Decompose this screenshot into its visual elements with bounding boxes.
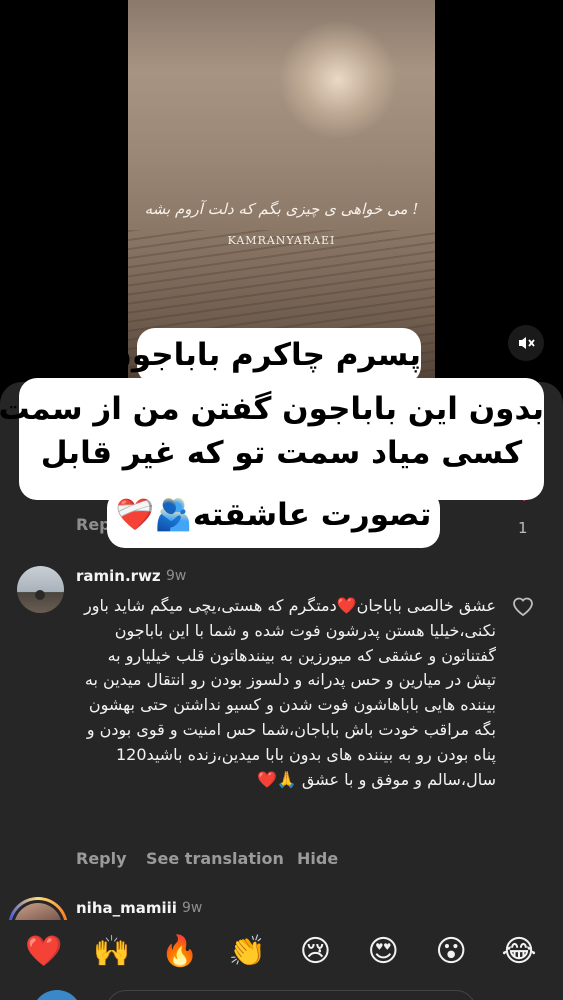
comment-input-row [0,982,563,1000]
sun-glow [278,20,398,140]
emoji-crying[interactable]: 😢 [293,934,337,969]
avatar[interactable] [17,566,64,613]
next-comment-timestamp: 9w [182,900,203,916]
emoji-raised-hands[interactable]: 🙌 [90,934,134,969]
emoji-heart[interactable]: ❤️ [22,934,66,969]
overlay-text-bottom: تصورت عاشقته🫂❤️‍🩹 [107,490,440,548]
emoji-fire[interactable]: 🔥 [158,934,202,969]
overlay-text-top: پسرم چاکرم باباجون [105,328,421,384]
my-avatar [32,990,82,1000]
video-watermark: KAMRANYARAEI [227,234,336,247]
heart-outline-icon[interactable] [511,595,535,621]
video-caption: می خواهی ی چیزی بگم که دلت آروم بشه ! [144,200,419,218]
overlay-text-middle: بدون این باباجون گفتن من از سمت کسی میاد… [0,378,544,500]
next-comment-username[interactable]: niha_mamiii [76,899,177,917]
speaker-muted-icon [519,337,535,349]
emoji-surprised[interactable]: 😮 [429,934,473,969]
like-count: 1 [518,519,528,537]
emoji-heart-eyes[interactable]: 😍 [361,934,405,969]
comment-input[interactable] [106,990,476,1000]
emoji-clap[interactable]: 👏 [226,934,270,969]
comment-username[interactable]: ramin.rwz [76,567,161,585]
overlay-line-2: بدون این باباجون گفتن من از سمت [0,391,544,427]
overlay-line-4: تصورت عاشقته🫂❤️‍🩹 [115,497,432,533]
comment-text: عشق خالصی باباجان❤️دمتگرم که هستی،یچی می… [84,596,496,789]
hide-button[interactable]: Hide [297,849,338,868]
comment-timestamp: 9w [166,568,187,584]
reply-button[interactable]: Reply [76,849,127,868]
overlay-line-3: کسی میاد سمت تو که غیر قابل [40,435,523,472]
mute-button[interactable] [508,325,544,361]
overlay-line-1: پسرم چاکرم باباجون [105,337,421,373]
emoji-laughing[interactable]: 😂 [497,934,541,969]
emoji-quick-bar: ❤️ 🙌 🔥 👏 😢 😍 😮 😂 [0,920,563,982]
see-translation-button[interactable]: See translation [146,849,284,868]
